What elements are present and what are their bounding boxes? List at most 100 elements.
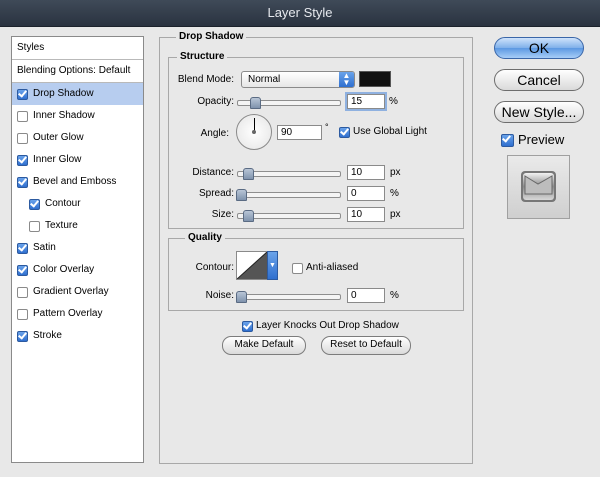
style-label: Inner Glow xyxy=(33,154,82,165)
angle-input[interactable]: 90 xyxy=(277,125,322,140)
anti-aliased-checkbox[interactable] xyxy=(292,263,303,274)
style-checkbox[interactable] xyxy=(17,177,28,188)
distance-slider-thumb[interactable] xyxy=(243,168,254,180)
anti-aliased-label: Anti-aliased xyxy=(306,262,359,273)
opacity-label: Opacity: xyxy=(197,96,234,107)
reset-to-default-button[interactable]: Reset to Default xyxy=(321,336,411,355)
use-global-light-label: Use Global Light xyxy=(353,126,427,137)
styles-list-item[interactable]: Color Overlay xyxy=(12,259,143,281)
shadow-color-swatch[interactable] xyxy=(359,71,391,87)
style-label: Inner Shadow xyxy=(33,110,95,121)
angle-dial[interactable] xyxy=(236,114,272,150)
noise-label: Noise: xyxy=(205,290,234,301)
style-label: Bevel and Emboss xyxy=(33,176,117,187)
styles-list-item[interactable]: Gradient Overlay xyxy=(12,281,143,303)
opacity-input[interactable]: 15 xyxy=(345,92,387,111)
spread-label: Spread: xyxy=(198,188,234,199)
opacity-slider-thumb[interactable] xyxy=(250,97,261,109)
distance-unit: px xyxy=(390,167,401,178)
noise-slider[interactable] xyxy=(236,291,341,303)
styles-list: Styles Blending Options: Default Drop Sha… xyxy=(11,36,144,463)
styles-list-item[interactable]: Drop Shadow xyxy=(12,83,143,105)
angle-unit: ° xyxy=(325,122,329,132)
style-checkbox[interactable] xyxy=(17,243,28,254)
style-checkbox[interactable] xyxy=(17,133,28,144)
contour-preview[interactable] xyxy=(236,251,268,280)
contour-label: Contour: xyxy=(195,262,234,273)
style-label: Contour xyxy=(45,198,81,209)
style-label: Pattern Overlay xyxy=(33,308,103,319)
style-checkbox[interactable] xyxy=(17,287,28,298)
blend-mode-value: Normal xyxy=(248,74,281,85)
styles-header[interactable]: Styles xyxy=(12,37,143,60)
style-label: Texture xyxy=(45,220,78,231)
style-checkbox[interactable] xyxy=(17,89,28,100)
make-default-button[interactable]: Make Default xyxy=(222,336,306,355)
layer-style-dialog: Styles Blending Options: Default Drop Sha… xyxy=(0,27,600,477)
distance-label: Distance: xyxy=(192,167,234,178)
structure-group: Structure Blend Mode: Normal ▲ ▼ Opacity:… xyxy=(168,51,464,229)
contour-curve-icon xyxy=(236,251,268,280)
style-checkbox[interactable] xyxy=(29,199,40,210)
contour-dropdown-arrow[interactable]: ▼ xyxy=(267,251,278,280)
title-bar: Layer Style xyxy=(0,0,600,27)
style-checkbox[interactable] xyxy=(17,309,28,320)
quality-title: Quality xyxy=(185,232,225,243)
styles-list-item[interactable]: Outer Glow xyxy=(12,127,143,149)
structure-title: Structure xyxy=(177,51,228,62)
spread-unit: % xyxy=(390,188,399,199)
size-slider[interactable] xyxy=(237,210,341,222)
style-label: Drop Shadow xyxy=(33,88,94,99)
size-input[interactable]: 10 xyxy=(347,207,385,222)
style-label: Gradient Overlay xyxy=(33,286,109,297)
style-label: Blending Options: Default xyxy=(17,65,131,76)
quality-group: Quality Contour: ▼ Anti-aliased Noise: 0… xyxy=(168,232,464,311)
knockout-label: Layer Knocks Out Drop Shadow xyxy=(256,320,399,331)
style-label: Outer Glow xyxy=(33,132,84,143)
style-label: Stroke xyxy=(33,330,62,341)
style-checkbox[interactable] xyxy=(17,331,28,342)
styles-list-item[interactable]: Blending Options: Default xyxy=(12,60,143,83)
size-unit: px xyxy=(390,209,401,220)
style-label: Satin xyxy=(33,242,56,253)
styles-list-item[interactable]: Inner Glow xyxy=(12,149,143,171)
style-checkbox[interactable] xyxy=(17,111,28,122)
opacity-unit: % xyxy=(389,96,398,107)
select-arrows-icon: ▲ ▼ xyxy=(339,72,354,87)
preview-label: Preview xyxy=(518,132,565,147)
style-checkbox[interactable] xyxy=(17,155,28,166)
distance-slider[interactable] xyxy=(237,168,341,180)
spread-slider[interactable] xyxy=(236,189,341,201)
blend-mode-select[interactable]: Normal ▲ ▼ xyxy=(241,71,355,88)
drop-shadow-title: Drop Shadow xyxy=(176,31,247,42)
window-title: Layer Style xyxy=(267,5,333,20)
spread-slider-thumb[interactable] xyxy=(236,189,247,201)
style-label: Color Overlay xyxy=(33,264,95,275)
ok-button[interactable]: OK xyxy=(494,37,584,59)
opacity-slider[interactable] xyxy=(237,97,341,109)
new-style-button[interactable]: New Style... xyxy=(494,101,584,123)
preview-checkbox[interactable] xyxy=(501,134,514,147)
noise-unit: % xyxy=(390,290,399,301)
noise-slider-thumb[interactable] xyxy=(236,291,247,303)
blend-mode-label: Blend Mode: xyxy=(177,74,234,85)
styles-list-item[interactable]: Contour xyxy=(12,193,143,215)
use-global-light-checkbox[interactable] xyxy=(339,127,350,138)
cancel-button[interactable]: Cancel xyxy=(494,69,584,91)
preview-swatch-icon xyxy=(521,171,556,202)
knockout-checkbox[interactable] xyxy=(242,321,253,332)
distance-input[interactable]: 10 xyxy=(347,165,385,180)
angle-center-dot xyxy=(252,130,256,134)
size-label: Size: xyxy=(211,209,234,220)
size-slider-thumb[interactable] xyxy=(243,210,254,222)
style-checkbox[interactable] xyxy=(29,221,40,232)
styles-list-item[interactable]: Stroke xyxy=(12,325,143,347)
noise-input[interactable]: 0 xyxy=(347,288,385,303)
styles-list-item[interactable]: Satin xyxy=(12,237,143,259)
styles-list-item[interactable]: Pattern Overlay xyxy=(12,303,143,325)
spread-input[interactable]: 0 xyxy=(347,186,385,201)
styles-list-item[interactable]: Inner Shadow xyxy=(12,105,143,127)
styles-list-item[interactable]: Texture xyxy=(12,215,143,237)
styles-list-item[interactable]: Bevel and Emboss xyxy=(12,171,143,193)
style-checkbox[interactable] xyxy=(17,265,28,276)
